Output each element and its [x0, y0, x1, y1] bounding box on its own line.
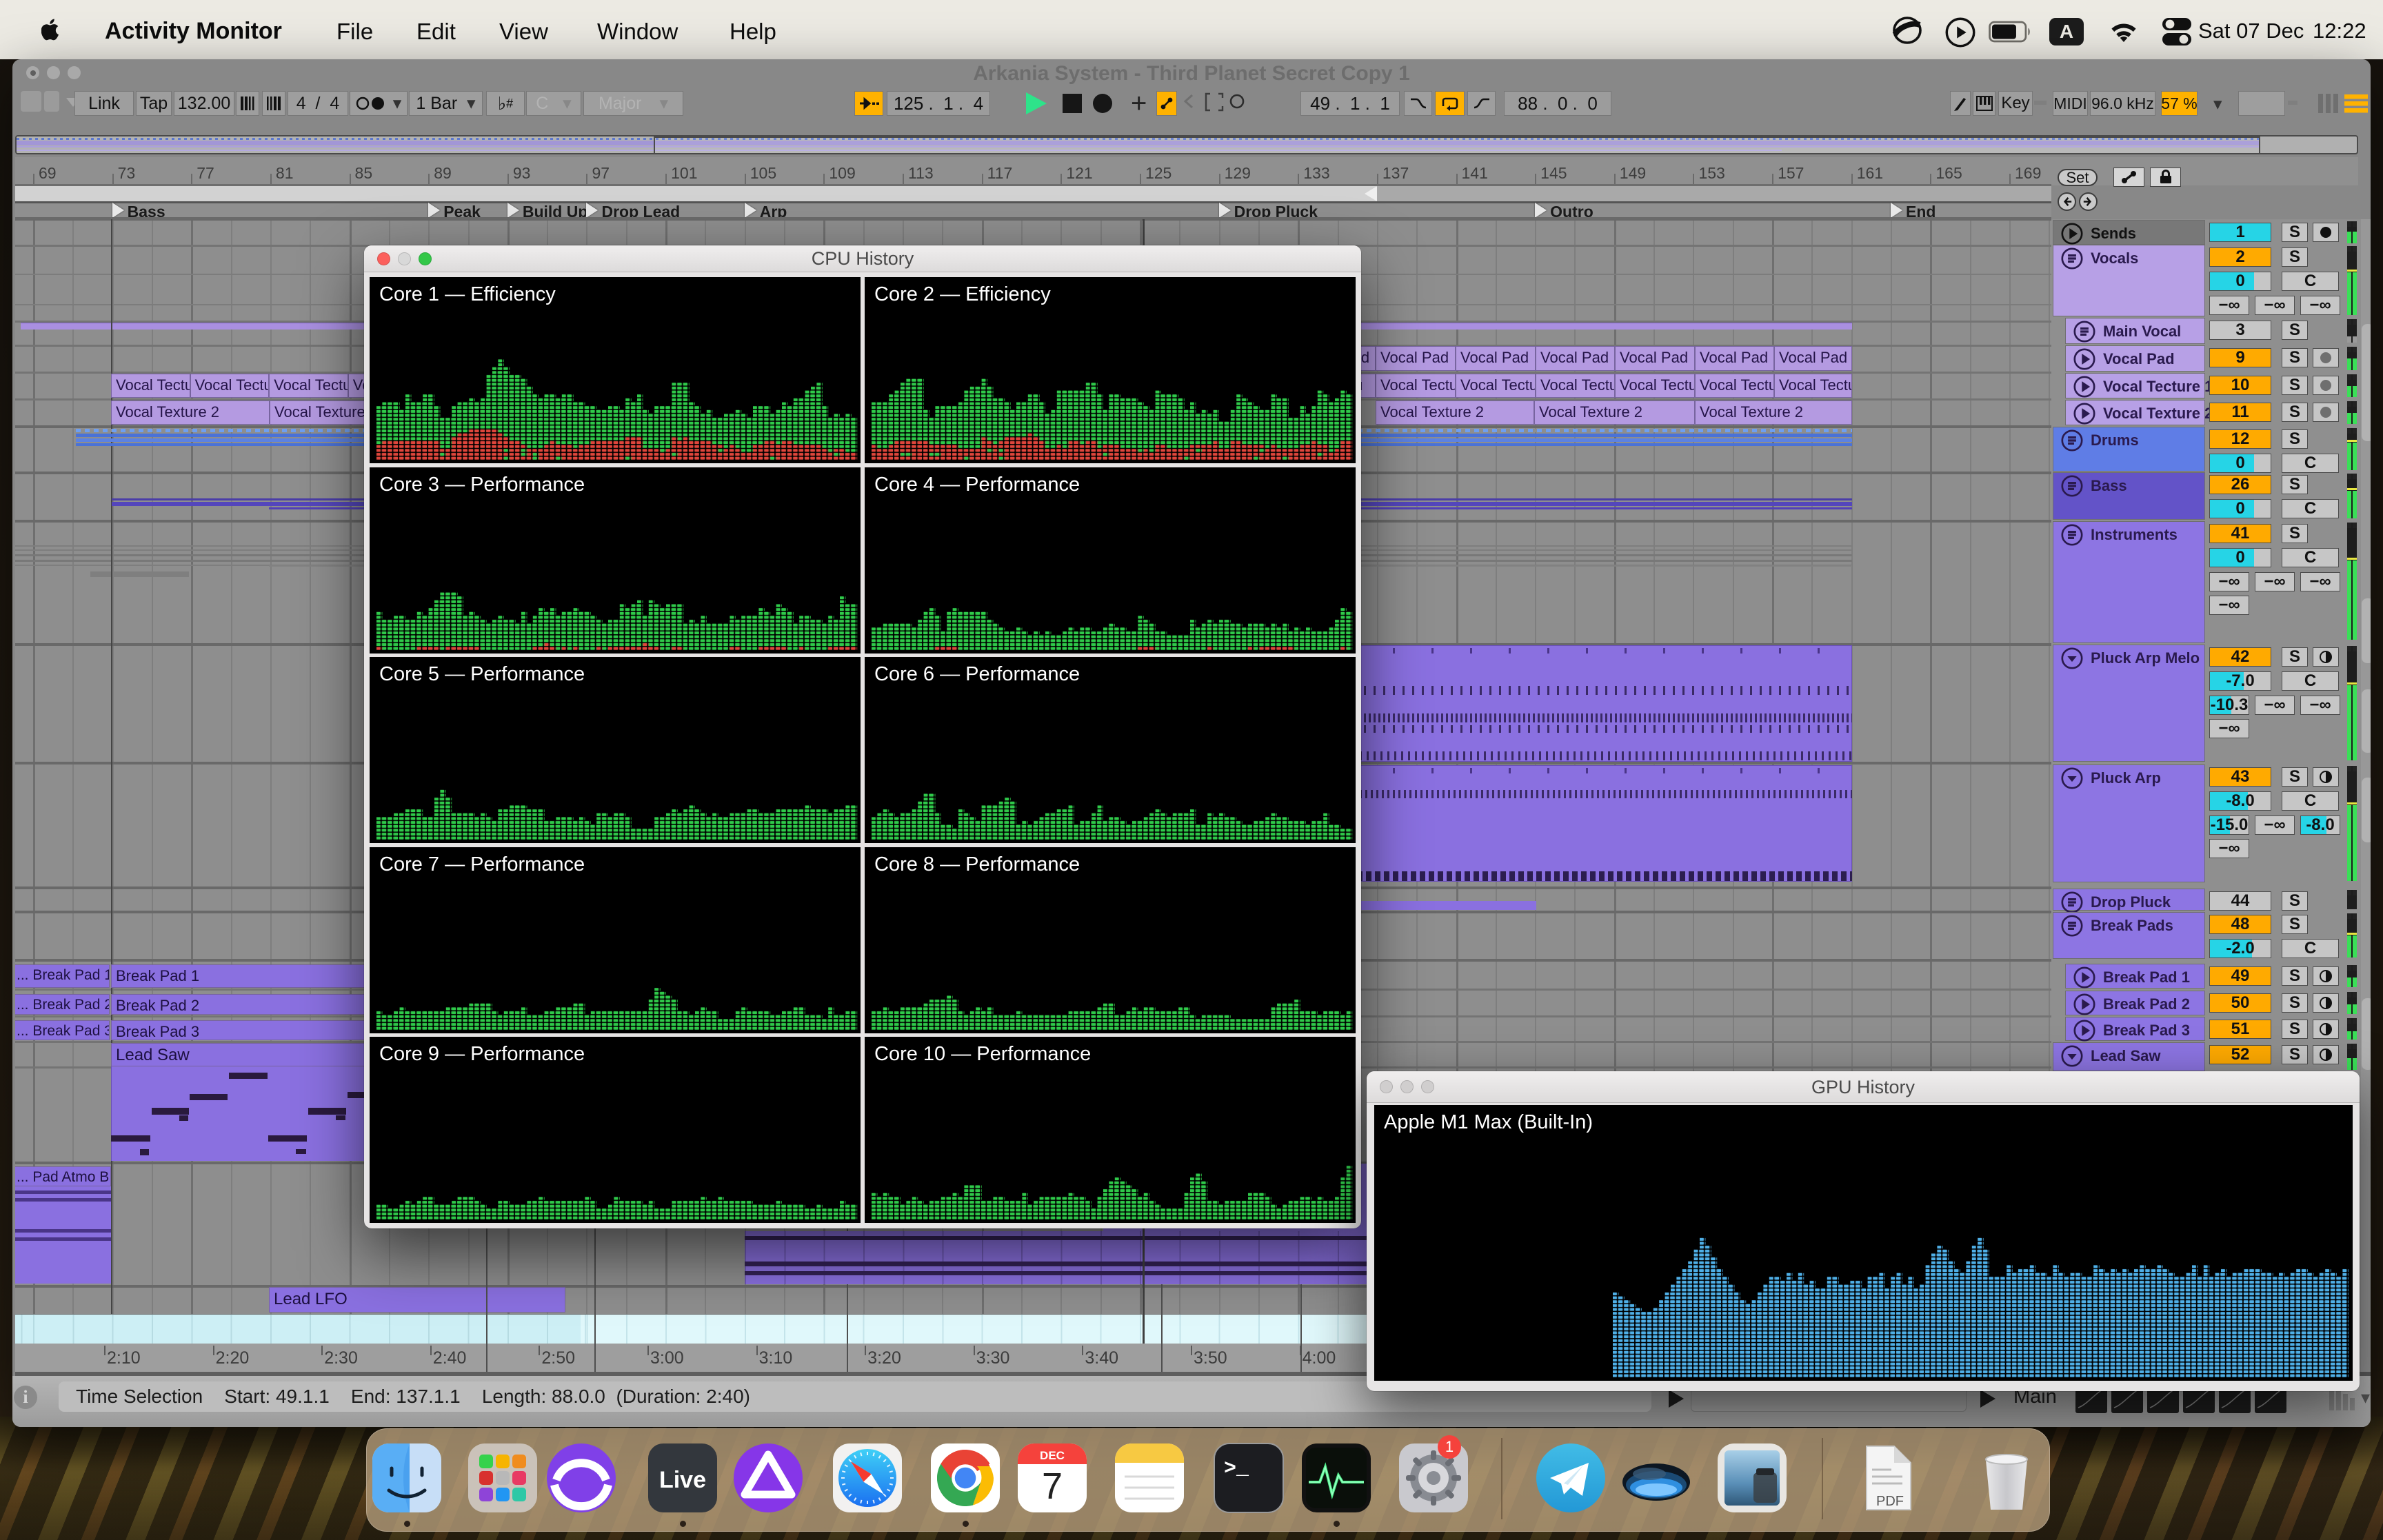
svg-text:DEC: DEC	[1040, 1449, 1065, 1462]
svg-text:Apple M1 Max (Built-In): Apple M1 Max (Built-In)	[1384, 1111, 1593, 1133]
svg-text:Live: Live	[659, 1467, 706, 1493]
svg-text:Core 8 — Performance: Core 8 — Performance	[874, 853, 1080, 875]
svg-text:Core 1 — Efficiency: Core 1 — Efficiency	[379, 283, 556, 305]
svg-text:PDF: PDF	[1876, 1494, 1904, 1509]
svg-text:Core 9 — Performance: Core 9 — Performance	[379, 1043, 585, 1065]
svg-text:Core 3 — Performance: Core 3 — Performance	[379, 474, 585, 496]
svg-text:Core 6 — Performance: Core 6 — Performance	[874, 663, 1080, 685]
svg-text:Core 4 — Performance: Core 4 — Performance	[874, 474, 1080, 496]
svg-text:Core 2 — Efficiency: Core 2 — Efficiency	[874, 283, 1051, 305]
svg-text:Core 10 — Performance: Core 10 — Performance	[874, 1043, 1091, 1065]
svg-text:>_: >_	[1224, 1457, 1249, 1481]
svg-text:Core 7 — Performance: Core 7 — Performance	[379, 853, 585, 875]
svg-text:7: 7	[1042, 1466, 1063, 1507]
svg-text:Core 5 — Performance: Core 5 — Performance	[379, 663, 585, 685]
